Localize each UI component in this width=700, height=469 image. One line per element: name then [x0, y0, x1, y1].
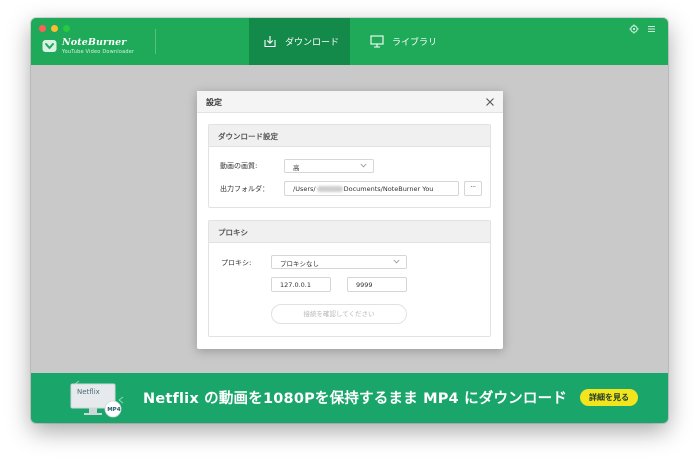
app-window: NoteBurner YouTube Video Downloader ダウンロ…: [31, 18, 668, 423]
proxy-port-field[interactable]: 9999: [347, 277, 407, 292]
monitor-netflix-text: Netflix: [77, 388, 100, 396]
proxy-header: プロキシ: [209, 221, 490, 243]
brand-subtitle: YouTube Video Downloader: [62, 49, 135, 55]
promo-banner[interactable]: Netflix MP4 Netflix の動画を1080Pを保持するまま MP4…: [31, 373, 668, 423]
proxy-port-value: 9999: [356, 281, 373, 289]
tab-library[interactable]: ライブラリ: [357, 18, 449, 65]
close-icon[interactable]: [484, 96, 496, 108]
monitor-mp4-illustration: Netflix MP4: [70, 380, 124, 418]
banner-title: Netflix の動画を1080Pを保持するまま MP4 にダウンロード: [143, 391, 567, 407]
arrow-right-icon: [118, 396, 124, 404]
folder-path-suffix: Documents/NoteBurner You: [343, 185, 434, 193]
quality-label: 動画の画質:: [220, 162, 258, 170]
maximize-window-button[interactable]: [63, 25, 70, 32]
download-settings-header: ダウンロード設定: [209, 125, 490, 147]
proxy-label: プロキシ:: [221, 259, 252, 267]
monitor-stand: [89, 408, 97, 413]
gear-icon[interactable]: [629, 24, 639, 34]
download-settings-title: ダウンロード設定: [218, 132, 278, 141]
minimize-window-button[interactable]: [51, 25, 58, 32]
monitor-icon: [370, 35, 384, 48]
download-settings-section: ダウンロード設定 動画の画質: 高 出力フォルダ： /Users/Documen…: [208, 124, 491, 208]
details-button[interactable]: 詳細を見る: [580, 389, 638, 406]
tab-download[interactable]: ダウンロード: [249, 18, 350, 65]
brand-name: NoteBurner: [62, 37, 127, 48]
menu-icon[interactable]: [647, 24, 656, 34]
proxy-title: プロキシ: [218, 228, 248, 237]
redacted-username: [316, 185, 343, 192]
proxy-host-value: 127.0.0.1: [280, 281, 312, 289]
noteburner-logo-icon: [42, 40, 57, 52]
folder-path-prefix: /Users/: [293, 185, 316, 193]
dialog-header: 設定: [197, 91, 503, 113]
title-bar: NoteBurner YouTube Video Downloader ダウンロ…: [31, 18, 668, 65]
dialog-title: 設定: [206, 98, 222, 107]
monitor-base: [84, 413, 102, 415]
download-icon: [264, 36, 276, 48]
quality-value: 高: [293, 164, 300, 172]
close-window-button[interactable]: [39, 25, 46, 32]
toolbar-divider: [155, 29, 156, 54]
check-connection-button[interactable]: 接続を確認してください: [271, 304, 407, 324]
proxy-section: プロキシ プロキシ: プロキシなし 127.0.0.1 9999 接続を確認して…: [208, 220, 491, 337]
tab-download-label: ダウンロード: [285, 38, 340, 48]
chevron-down-icon: [393, 259, 400, 264]
chevron-down-icon: [360, 163, 367, 168]
output-folder-field[interactable]: /Users/Documents/NoteBurner You: [284, 181, 459, 196]
proxy-value: プロキシなし: [280, 260, 319, 268]
settings-dialog: 設定 ダウンロード設定 動画の画質: 高 出力フォルダ： /Users/Docu…: [197, 91, 503, 349]
browse-folder-button[interactable]: ···: [464, 181, 482, 196]
output-folder-label: 出力フォルダ：: [220, 185, 269, 193]
quality-select[interactable]: 高: [284, 159, 374, 173]
tab-library-label: ライブラリ: [392, 38, 438, 48]
proxy-host-field[interactable]: 127.0.0.1: [271, 277, 331, 292]
mp4-badge-text: MP4: [107, 407, 121, 413]
proxy-select[interactable]: プロキシなし: [271, 255, 407, 269]
